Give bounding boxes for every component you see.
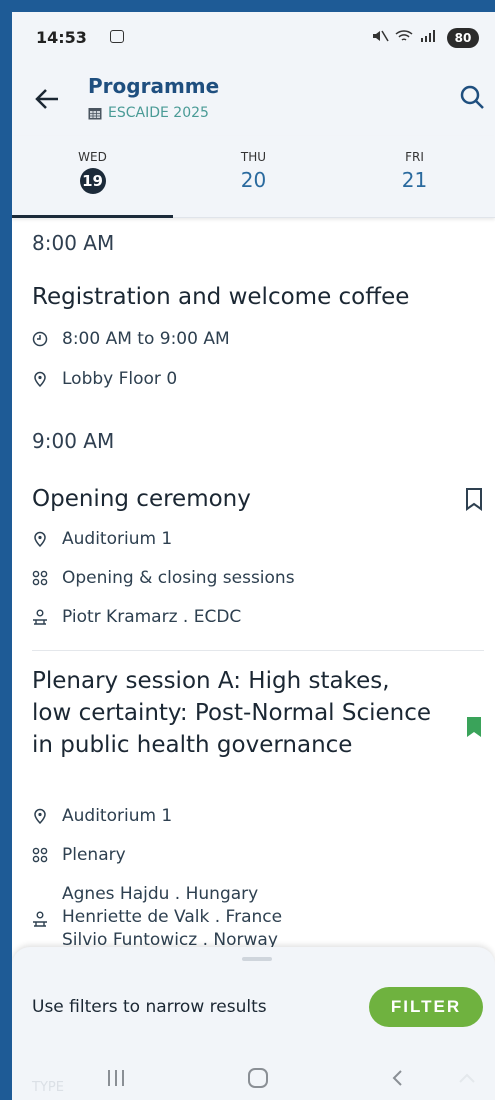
session-time-row: 8:00 AM to 9:00 AM	[32, 329, 230, 349]
schedule-list: 8:00 AM Registration and welcome coffee …	[12, 219, 495, 959]
sheet-drag-handle[interactable]	[242, 957, 272, 961]
tab-weekday: THU	[240, 150, 267, 164]
active-tab-indicator	[12, 215, 173, 218]
system-nav-bar: TYPE	[12, 1052, 495, 1100]
filter-button[interactable]: FILTER	[369, 987, 483, 1027]
time-slot-header: 9:00 AM	[32, 429, 115, 453]
session-track: Opening & closing sessions	[62, 568, 295, 588]
session-location-row: Auditorium 1	[32, 806, 172, 826]
home-icon[interactable]	[248, 1068, 268, 1088]
type-label: TYPE	[32, 1080, 64, 1095]
session-location: Auditorium 1	[62, 806, 173, 826]
tab-thu[interactable]: THU 20	[173, 136, 334, 218]
event-subtitle: ESCAIDE 2025	[88, 105, 209, 121]
page-title: Programme	[88, 74, 220, 98]
screenshot-icon	[110, 30, 124, 43]
day-tabs: WED 19 THU 20 FRI 21	[12, 136, 495, 218]
tab-weekday: FRI	[405, 150, 424, 164]
tab-day-number: 19	[79, 168, 106, 194]
session-divider	[32, 650, 484, 651]
session-speakers: Piotr Kramarz . ECDC	[62, 607, 242, 627]
status-time: 14:53	[36, 28, 87, 47]
session-title[interactable]: Plenary session A: High stakes, low cert…	[32, 665, 432, 761]
filter-hint: Use filters to narrow results	[32, 997, 267, 1017]
phone-screen: 14:53 80 Programme ESCAIDE 2025 WED 19 T…	[12, 12, 495, 1100]
search-icon[interactable]	[459, 84, 485, 110]
category-grid-icon	[32, 847, 48, 863]
tab-wed[interactable]: WED 19	[12, 136, 173, 218]
event-name: ESCAIDE 2025	[108, 105, 209, 121]
session-title[interactable]: Registration and welcome coffee	[32, 281, 432, 313]
session-track-row: Plenary	[32, 845, 126, 865]
signal-icon	[421, 30, 435, 42]
speaker-icon	[33, 911, 47, 927]
session-speakers-row: Piotr Kramarz . ECDC	[32, 607, 241, 627]
session-location-row: Lobby Floor 0	[32, 369, 177, 389]
session-location: Lobby Floor 0	[62, 369, 178, 389]
location-pin-icon	[34, 371, 46, 387]
bookmark-filled-icon[interactable]	[465, 715, 483, 739]
session-location-row: Auditorium 1	[32, 529, 172, 549]
session-track: Plenary	[62, 845, 126, 865]
clock-icon	[32, 331, 48, 347]
status-bar: 14:53 80	[12, 12, 495, 60]
mute-icon	[373, 30, 389, 42]
tab-day-number: 20	[240, 168, 267, 192]
location-pin-icon	[34, 808, 46, 824]
category-grid-icon	[32, 570, 48, 586]
speaker-list: Agnes Hajdu . Hungary Henriette de Valk …	[62, 883, 282, 952]
session-time-range: 8:00 AM to 9:00 AM	[62, 329, 230, 349]
session-title[interactable]: Opening ceremony	[32, 483, 432, 515]
bookmark-outline-icon[interactable]	[465, 487, 483, 511]
speaker-name: Agnes Hajdu . Hungary	[62, 884, 259, 904]
speaker-icon	[33, 609, 47, 625]
recent-apps-icon[interactable]	[108, 1070, 124, 1086]
battery-indicator: 80	[447, 28, 479, 48]
calendar-icon	[88, 107, 102, 119]
session-location: Auditorium 1	[62, 529, 173, 549]
tab-weekday: WED	[78, 150, 107, 164]
back-arrow-icon[interactable]	[34, 88, 60, 110]
tab-fri[interactable]: FRI 21	[334, 136, 495, 218]
session-track-row: Opening & closing sessions	[32, 568, 295, 588]
location-pin-icon	[34, 531, 46, 547]
chevron-up-icon[interactable]	[458, 1072, 476, 1084]
status-icons	[371, 30, 437, 42]
tab-day-number: 21	[401, 168, 428, 192]
session-speakers-row: Agnes Hajdu . Hungary Henriette de Valk …	[32, 883, 282, 952]
wifi-icon	[395, 30, 413, 41]
time-slot-header: 8:00 AM	[32, 231, 115, 255]
nav-back-icon[interactable]	[388, 1068, 408, 1088]
speaker-name: Henriette de Valk . France	[62, 907, 283, 927]
app-bar: Programme ESCAIDE 2025	[12, 60, 495, 136]
